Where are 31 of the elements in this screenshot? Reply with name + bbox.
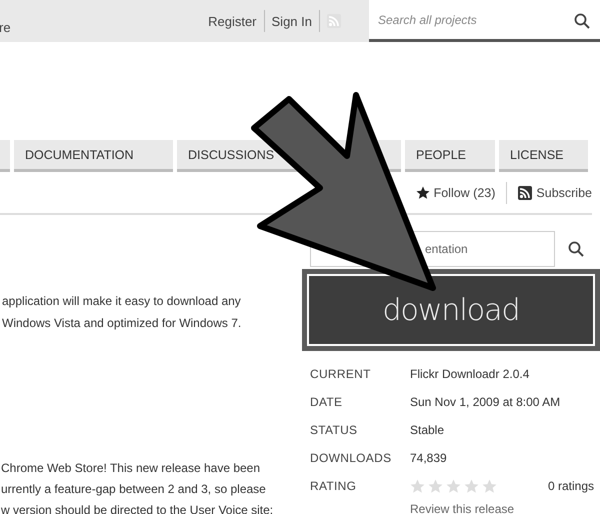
nav-tab[interactable]: PEOPLE — [405, 140, 495, 172]
site-title: re — [0, 18, 11, 34]
rss-icon[interactable] — [518, 186, 532, 200]
field-value: 74,839 — [410, 451, 447, 465]
nav-tab[interactable]: LICENSE — [499, 140, 588, 172]
field-value: Stable — [410, 423, 444, 437]
field-label: DATE — [310, 395, 344, 409]
star-icon[interactable] — [482, 478, 497, 494]
search-icon[interactable] — [568, 241, 584, 257]
field-value: Sun Nov 1, 2009 at 8:00 AM — [410, 395, 560, 409]
description-text: Chrome Web Store! This new release have been urrently a feature-gap between 2 and 3, so please w version should be directed to the User Voice site: — [1, 460, 274, 514]
star-icon[interactable] — [428, 478, 443, 494]
star-icon — [416, 186, 430, 200]
nav-tab[interactable]: DOCUMENTATION — [14, 140, 173, 172]
star-icon[interactable] — [410, 478, 425, 494]
description-text: application will make it easy to download any Windows Vista and optimized for Windows 7. — [2, 293, 242, 332]
sign-in-link[interactable]: Sign In — [272, 14, 312, 28]
star-icon[interactable] — [464, 478, 479, 494]
star-icon[interactable] — [446, 478, 461, 494]
field-value: Flickr Downloadr 2.0.4 — [410, 367, 530, 381]
review-link[interactable]: Review this release — [410, 502, 514, 514]
field-label: STATUS — [310, 423, 358, 437]
register-link[interactable]: Register — [208, 14, 257, 28]
follow-link[interactable]: Follow (23) — [416, 186, 496, 200]
ratings-count: 0 ratings — [548, 479, 594, 493]
field-label: CURRENT — [310, 367, 372, 381]
field-label: DOWNLOADS — [310, 451, 392, 465]
subscribe-link[interactable]: Subscribe — [518, 186, 592, 200]
field-label: RATING — [310, 479, 358, 493]
download-button[interactable]: download — [302, 269, 600, 351]
search-field[interactable]: Search all projects — [369, 0, 600, 42]
